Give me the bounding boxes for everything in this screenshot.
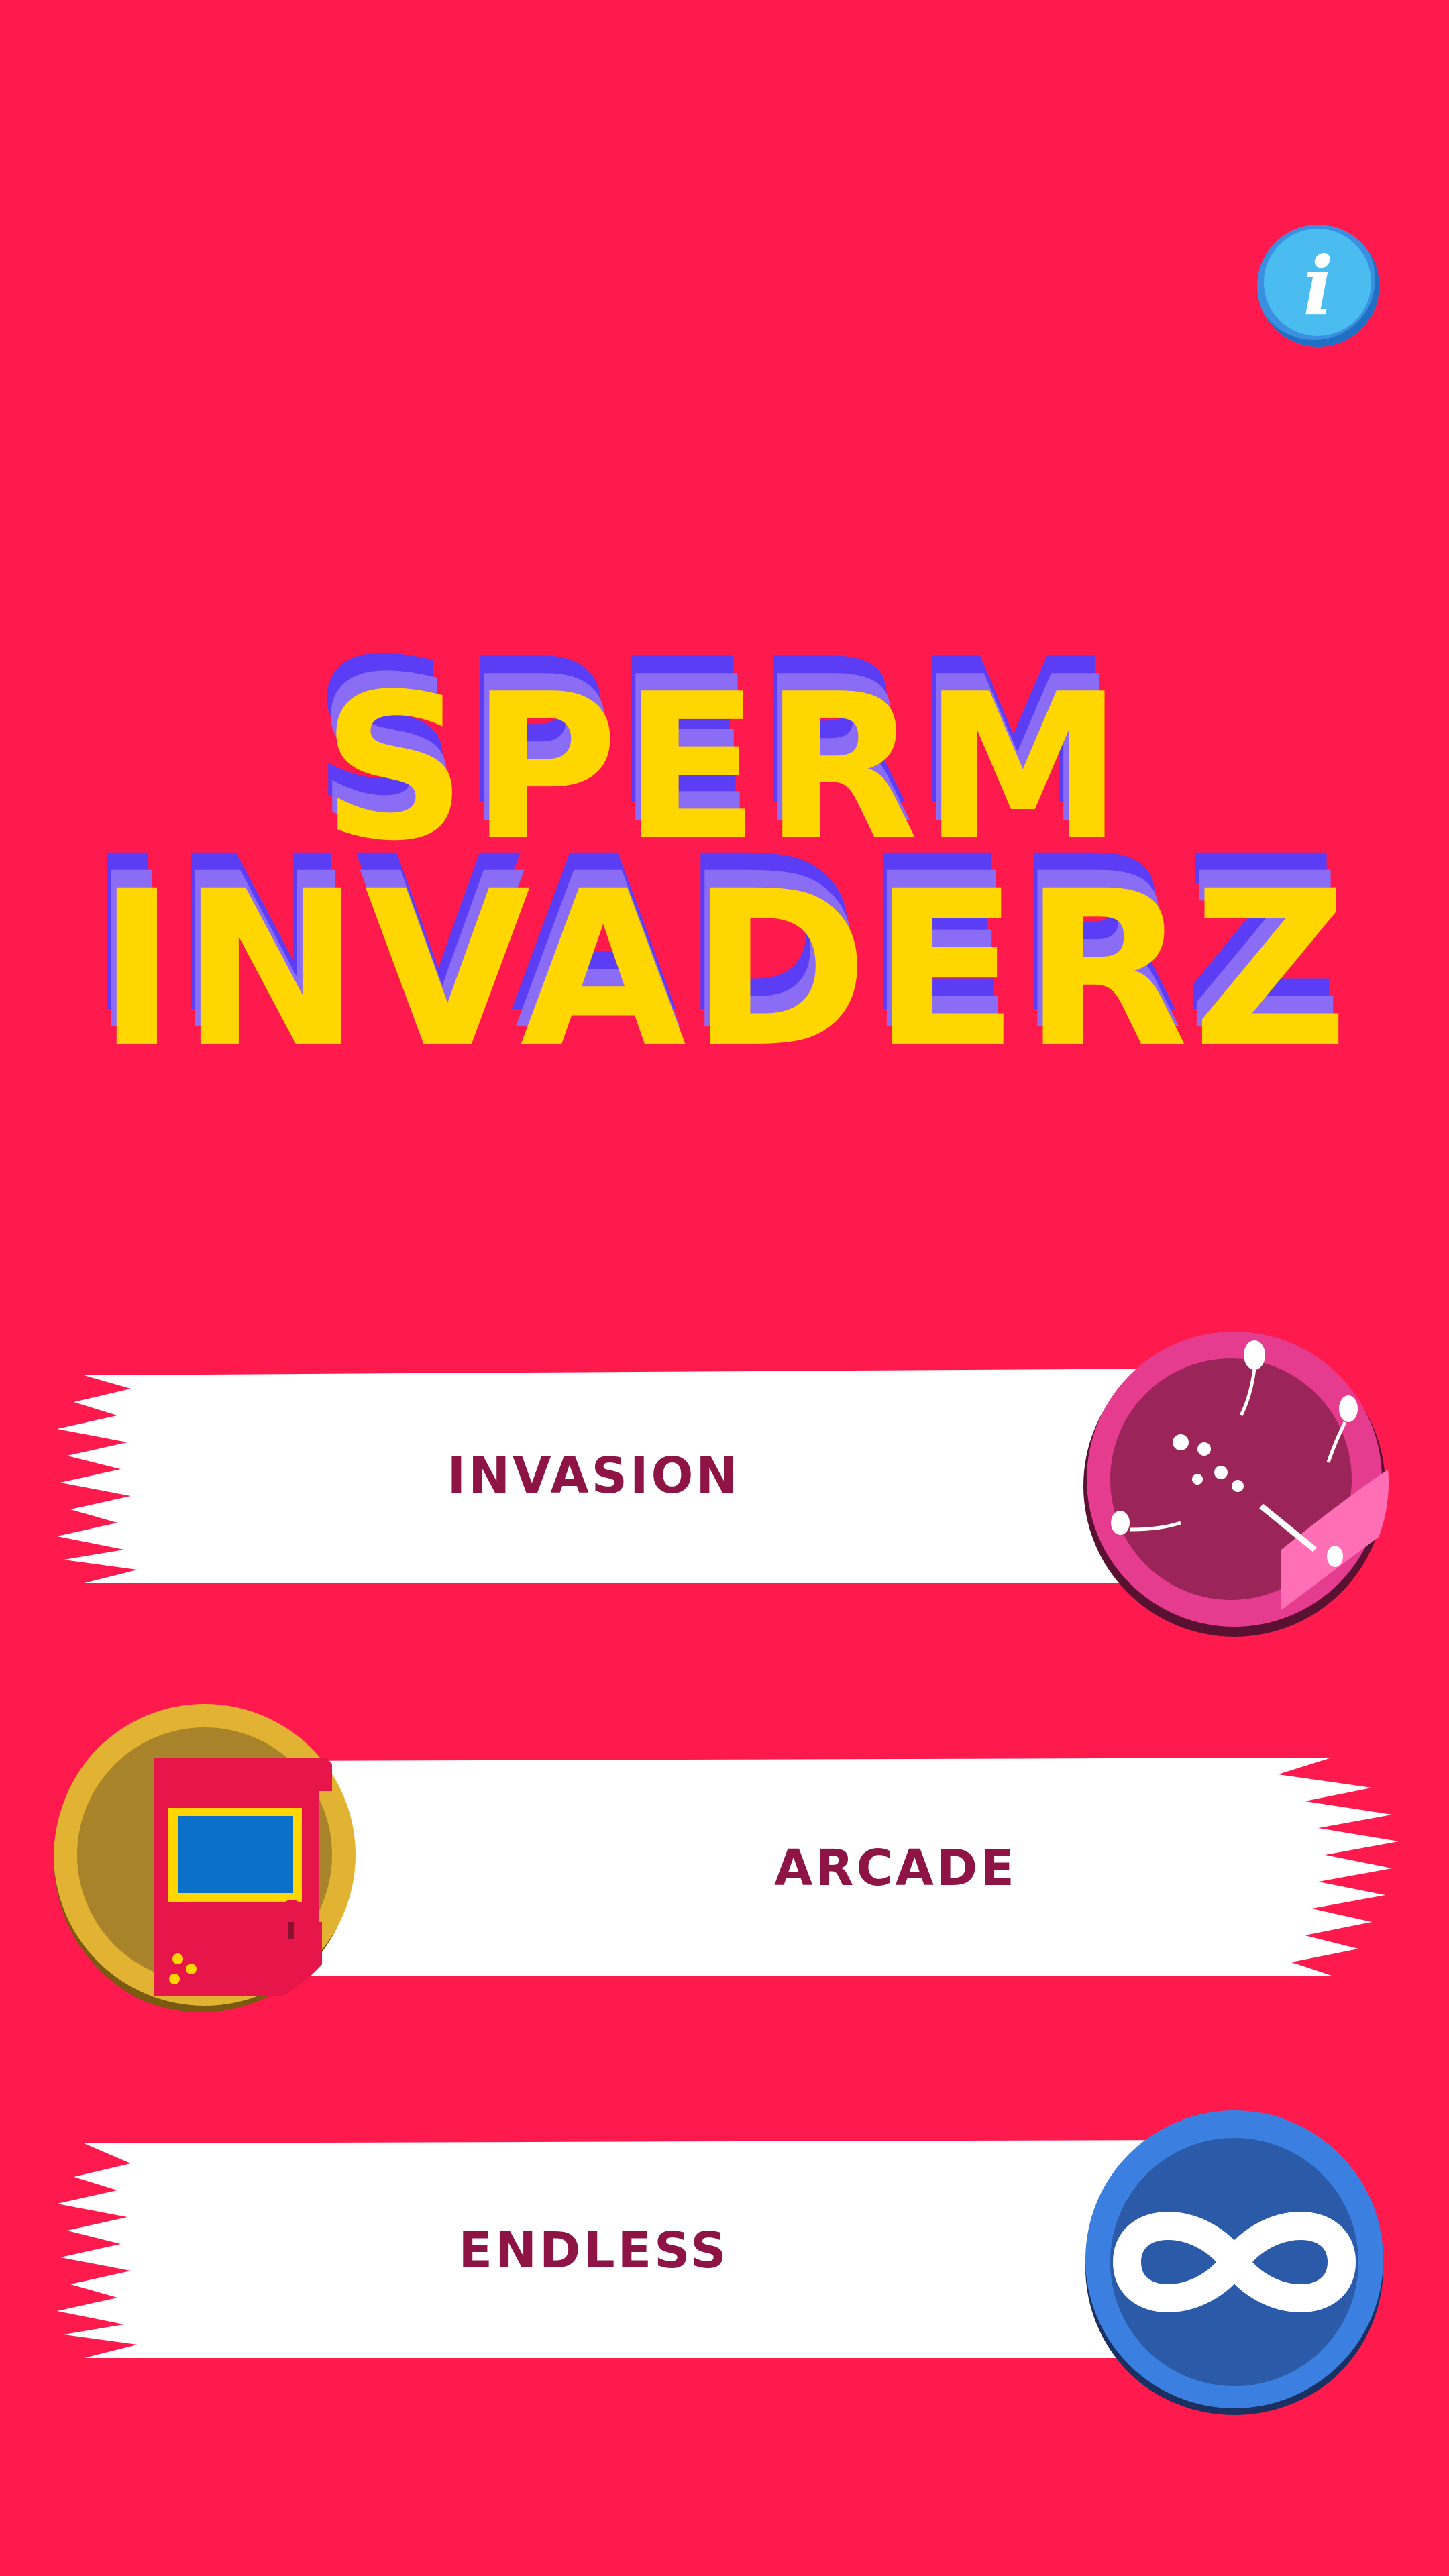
endless-label: ENDLESS — [458, 2222, 729, 2279]
title-line2: INVADERZ — [97, 845, 1352, 1095]
arcade-button[interactable]: ARCADE — [54, 1704, 1399, 2012]
invasion-button[interactable]: INVASION — [57, 1332, 1399, 1637]
infinity-icon — [1085, 2110, 1383, 2415]
info-button[interactable]: i — [1257, 225, 1379, 347]
info-icon: i — [1303, 238, 1334, 333]
arcade-cabinet-icon — [54, 1704, 356, 2012]
egg-sperm-icon — [1083, 1332, 1389, 1637]
arcade-label: ARCADE — [774, 1839, 1017, 1897]
game-title: SPERM SPERM SPERM INVADERZ INVADERZ INVA… — [0, 616, 1449, 1107]
endless-button[interactable]: ENDLESS — [57, 2110, 1399, 2415]
invasion-label: INVASION — [447, 1447, 741, 1505]
